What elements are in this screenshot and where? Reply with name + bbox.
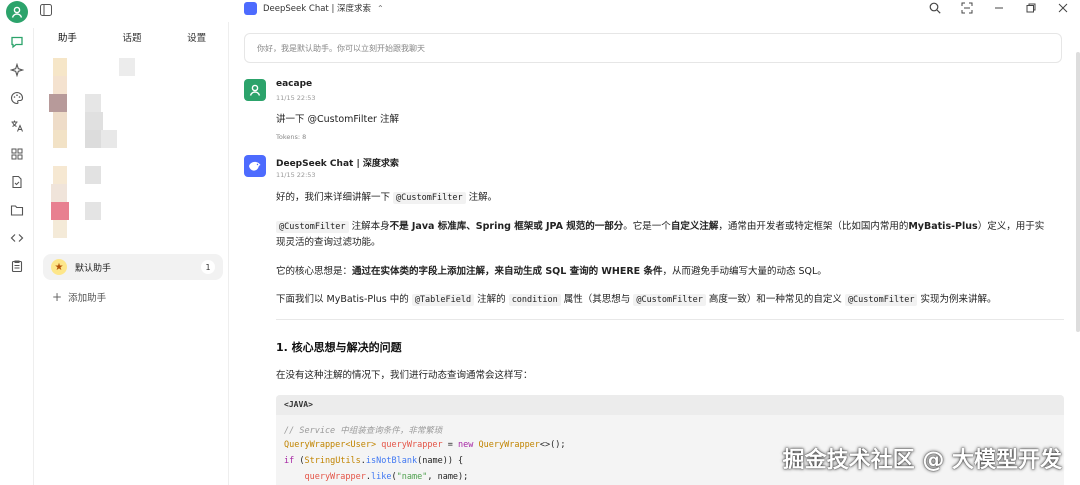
user-message-text: 讲一下 @CustomFilter 注解 [276, 114, 399, 125]
whale-logo-icon [249, 161, 261, 171]
apps-grid-icon[interactable] [9, 146, 25, 162]
model-title-text: DeepSeek Chat | 深度求索 [263, 4, 372, 14]
tab-settings[interactable]: 设置 [164, 30, 229, 50]
person-icon [249, 84, 261, 96]
add-assistant-label: 添加助手 [68, 293, 107, 304]
bot-paragraph-5: 在没有这种注解的情况下，我们进行动态查询通常会这样写： [276, 370, 533, 381]
bot-message-time: 11/15 22:53 [276, 171, 316, 179]
assistant-name: 默认助手 [75, 263, 112, 274]
code-language-label: <JAVA> [276, 395, 1064, 415]
plus-icon: + [52, 290, 63, 304]
bot-paragraph-2: @CustomFilter 注解本身不是 Java 标准库、Spring 框架或… [276, 218, 1044, 233]
bot-message-avatar [244, 155, 266, 177]
bot-paragraph-2-cont: 现灵活的查询过滤功能。 [276, 237, 381, 248]
screenshot-icon[interactable] [960, 1, 974, 15]
code-line-2: QueryWrapper<User> queryWrapper = new Qu… [284, 440, 566, 450]
restore-icon[interactable] [1024, 1, 1038, 15]
user-avatar[interactable] [6, 1, 28, 23]
token-count: Tokens: 8 [276, 133, 307, 141]
tab-assistants[interactable]: 助手 [35, 30, 100, 50]
bot-name: DeepSeek Chat | 深度求索 [276, 159, 399, 169]
user-message-time: 11/15 22:53 [276, 94, 316, 102]
code-line-3: if (StringUtils.isNotBlank(name)) { [284, 456, 464, 466]
tab-topics[interactable]: 话题 [100, 30, 165, 50]
blurred-assistant-list [49, 58, 153, 238]
code-line-4: queryWrapper.like("name", name); [284, 472, 469, 482]
bot-paragraph-3: 它的核心思想是：通过在实体类的字段上添加注解，来自动生成 SQL 查询的 WHE… [276, 266, 827, 277]
star-emoji-icon: ★ [51, 259, 67, 275]
person-icon [11, 6, 23, 18]
system-prompt-bar[interactable]: 你好，我是默认助手。你可以立刻开始跟我聊天 [244, 33, 1062, 63]
bot-paragraph-4: 下面我们以 MyBatis-Plus 中的 @TableField 注解的 co… [276, 294, 997, 306]
model-selector[interactable]: DeepSeek Chat | 深度求索 ⌃ [244, 0, 384, 16]
user-name: eacape [276, 79, 313, 89]
assistant-item-default[interactable]: ★ 默认助手 1 [43, 254, 223, 280]
chat-icon[interactable] [9, 34, 25, 50]
watermark: 掘金技术社区 @ 大模型开发 [782, 448, 1062, 473]
folder-icon[interactable] [9, 202, 25, 218]
add-assistant-button[interactable]: + 添加助手 [52, 290, 106, 304]
translate-icon[interactable] [9, 118, 25, 134]
code-line-1: // Service 中组装查询条件，非常繁琐 [284, 426, 443, 436]
assistant-panel: 助手 话题 设置 ★ 默认助手 1 + 添加助手 [35, 22, 229, 485]
palette-icon[interactable] [9, 90, 25, 106]
search-icon[interactable] [928, 1, 942, 15]
title-bar: DeepSeek Chat | 深度求索 ⌃ [0, 0, 1080, 23]
section-heading: 1. 核心思想与解决的问题 [276, 341, 402, 354]
clipboard-icon[interactable] [9, 258, 25, 274]
chevron-updown-icon: ⌃ [377, 3, 384, 13]
user-message-avatar [244, 79, 266, 101]
minimize-icon[interactable] [992, 1, 1006, 15]
nav-rail [0, 28, 34, 485]
document-icon[interactable] [9, 174, 25, 190]
deepseek-logo-icon [244, 1, 257, 15]
scrollbar[interactable] [1076, 52, 1080, 332]
section-divider [276, 319, 1064, 320]
bot-paragraph-1: 好的，我们来详细讲解一下 @CustomFilter 注解。 [276, 192, 498, 204]
topic-count-badge: 1 [201, 260, 215, 274]
chat-area: 你好，我是默认助手。你可以立刻开始跟我聊天 eacape 11/15 22:53… [230, 22, 1080, 485]
sparkle-icon[interactable] [9, 62, 25, 78]
sidebar-toggle-icon[interactable] [40, 1, 54, 16]
code-icon[interactable] [9, 230, 25, 246]
close-icon[interactable] [1056, 1, 1070, 15]
panel-tabs: 助手 话题 设置 [35, 30, 229, 50]
